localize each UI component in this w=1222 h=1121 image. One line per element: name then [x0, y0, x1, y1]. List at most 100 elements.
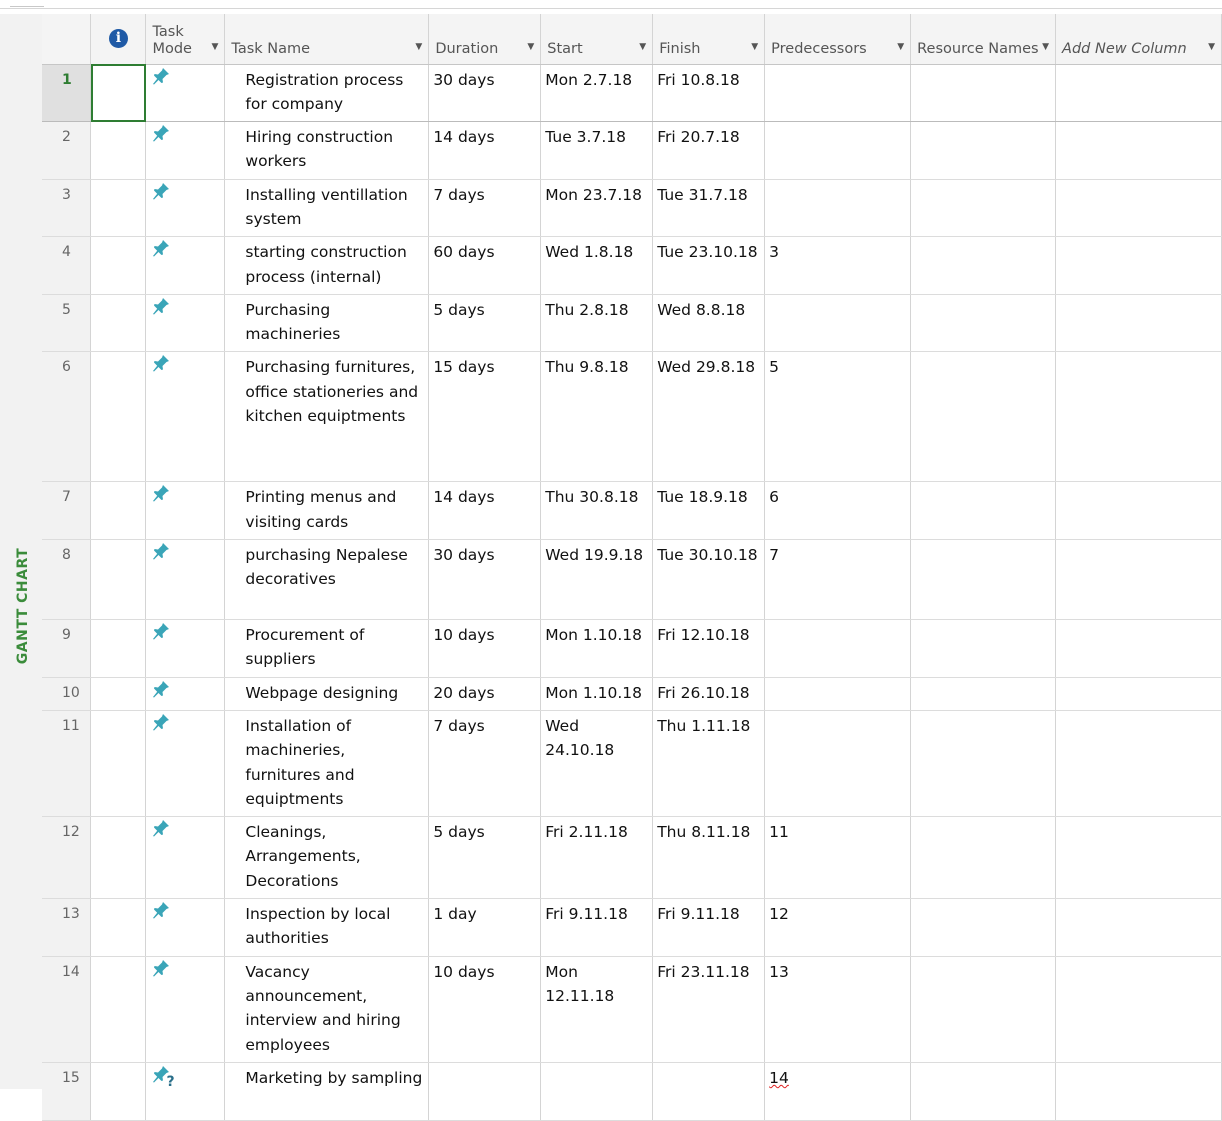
add-new-column-cell[interactable]	[1055, 539, 1222, 621]
finish-cell[interactable]: Fri 12.10.18	[652, 619, 766, 678]
table-row[interactable]: 13 Inspection by local authorities 1 day Fr…	[42, 898, 1222, 957]
row-id-cell[interactable]: 7	[42, 481, 92, 541]
task-name-cell[interactable]: purchasing Nepalese decoratives	[224, 539, 430, 621]
table-row[interactable]: 15? Marketing by sampling 14	[42, 1062, 1222, 1121]
column-header-resource-names[interactable]: Resource Names ▼	[910, 14, 1057, 65]
predecessors-cell[interactable]: 12	[764, 898, 912, 957]
start-cell[interactable]: Thu 30.8.18	[540, 481, 654, 541]
table-row[interactable]: 9 Procurement of suppliers 10 days Mon 1.10…	[42, 619, 1222, 678]
table-row[interactable]: 7 Printing menus and visiting cards 14 day…	[42, 481, 1222, 541]
add-new-column-cell[interactable]	[1055, 956, 1222, 1063]
task-name-cell[interactable]: Purchasing furnitures, office stationeri…	[224, 351, 430, 483]
indicator-cell[interactable]	[90, 64, 147, 123]
task-mode-cell[interactable]	[145, 481, 226, 541]
indicator-cell[interactable]	[90, 481, 147, 541]
finish-cell[interactable]: Fri 9.11.18	[652, 898, 766, 957]
task-mode-cell[interactable]	[145, 64, 226, 123]
indicator-cell[interactable]	[90, 710, 147, 818]
column-header-start[interactable]: Start ▼	[540, 14, 654, 65]
start-cell[interactable]: Thu 2.8.18	[540, 294, 654, 353]
add-new-column-cell[interactable]	[1055, 898, 1222, 957]
predecessors-cell[interactable]: 7	[764, 539, 912, 621]
add-new-column-cell[interactable]	[1055, 121, 1222, 180]
add-new-column-cell[interactable]	[1055, 294, 1222, 353]
task-name-cell[interactable]: Registration process for company	[224, 64, 430, 123]
table-row[interactable]: 14 Vacancy announcement, interview and hi…	[42, 956, 1222, 1063]
add-new-column-cell[interactable]	[1055, 677, 1222, 711]
chevron-down-icon[interactable]: ▼	[897, 39, 904, 56]
resource-names-cell[interactable]	[910, 351, 1057, 483]
task-mode-cell[interactable]	[145, 539, 226, 621]
add-new-column-cell[interactable]	[1055, 481, 1222, 541]
indicator-cell[interactable]	[90, 677, 147, 711]
task-mode-cell[interactable]	[145, 816, 226, 900]
task-mode-cell[interactable]	[145, 294, 226, 353]
row-id-cell[interactable]: 2	[42, 121, 92, 180]
start-cell[interactable]: Mon 23.7.18	[540, 179, 654, 238]
duration-cell[interactable]: 5 days	[428, 816, 542, 900]
indicator-cell[interactable]	[90, 351, 147, 483]
finish-cell[interactable]	[652, 1062, 766, 1121]
predecessors-cell[interactable]	[764, 121, 912, 180]
task-name-cell[interactable]: Webpage designing	[224, 677, 430, 711]
start-cell[interactable]: Mon 12.11.18	[540, 956, 654, 1063]
task-name-cell[interactable]: Cleanings, Arrangements, Decorations	[224, 816, 430, 900]
row-id-cell[interactable]: 5	[42, 294, 92, 353]
predecessors-cell[interactable]	[764, 710, 912, 818]
column-header-task-mode[interactable]: Task Mode ▼	[145, 14, 226, 65]
duration-cell[interactable]: 5 days	[428, 294, 542, 353]
duration-cell[interactable]: 10 days	[428, 619, 542, 678]
table-row[interactable]: 2 Hiring construction workers 14 days Tue 3…	[42, 121, 1222, 180]
predecessors-cell[interactable]: 5	[764, 351, 912, 483]
start-cell[interactable]: Mon 1.10.18	[540, 619, 654, 678]
add-new-column-cell[interactable]	[1055, 351, 1222, 483]
table-row[interactable]: 6 Purchasing furnitures, office stationer…	[42, 351, 1222, 483]
task-mode-cell[interactable]	[145, 619, 226, 678]
start-cell[interactable]	[540, 1062, 654, 1121]
predecessors-cell[interactable]	[764, 294, 912, 353]
duration-cell[interactable]	[428, 1062, 542, 1121]
indicator-cell[interactable]	[90, 236, 147, 295]
finish-cell[interactable]: Tue 31.7.18	[652, 179, 766, 238]
indicator-cell[interactable]	[90, 179, 147, 238]
resource-names-cell[interactable]	[910, 294, 1057, 353]
finish-cell[interactable]: Wed 8.8.18	[652, 294, 766, 353]
select-all-corner[interactable]	[42, 14, 92, 65]
duration-cell[interactable]: 15 days	[428, 351, 542, 483]
task-name-cell[interactable]: Hiring construction workers	[224, 121, 430, 180]
task-name-cell[interactable]: Printing menus and visiting cards	[224, 481, 430, 541]
row-id-cell[interactable]: 3	[42, 179, 92, 238]
task-mode-cell[interactable]	[145, 956, 226, 1063]
finish-cell[interactable]: Thu 8.11.18	[652, 816, 766, 900]
row-id-cell[interactable]: 9	[42, 619, 92, 678]
predecessors-cell[interactable]: 13	[764, 956, 912, 1063]
task-name-cell[interactable]: Installing ventillation system	[224, 179, 430, 238]
start-cell[interactable]: Wed 1.8.18	[540, 236, 654, 295]
task-mode-cell[interactable]	[145, 179, 226, 238]
table-row[interactable]: 4 starting construction process (internal…	[42, 236, 1222, 295]
predecessors-cell[interactable]: 6	[764, 481, 912, 541]
row-id-cell[interactable]: 8	[42, 539, 92, 621]
chevron-down-icon[interactable]: ▼	[1208, 39, 1215, 56]
predecessors-cell[interactable]	[764, 677, 912, 711]
resource-names-cell[interactable]	[910, 539, 1057, 621]
resource-names-cell[interactable]	[910, 236, 1057, 295]
finish-cell[interactable]: Wed 29.8.18	[652, 351, 766, 483]
duration-cell[interactable]: 10 days	[428, 956, 542, 1063]
resource-names-cell[interactable]	[910, 816, 1057, 900]
table-row[interactable]: 12 Cleanings, Arrangements, Decorations 5 …	[42, 816, 1222, 900]
resource-names-cell[interactable]	[910, 677, 1057, 711]
add-new-column-cell[interactable]	[1055, 816, 1222, 900]
add-new-column-cell[interactable]	[1055, 710, 1222, 818]
finish-cell[interactable]: Tue 30.10.18	[652, 539, 766, 621]
task-mode-cell[interactable]	[145, 898, 226, 957]
row-id-cell[interactable]: 14	[42, 956, 92, 1063]
finish-cell[interactable]: Fri 20.7.18	[652, 121, 766, 180]
column-header-predecessors[interactable]: Predecessors ▼	[764, 14, 912, 65]
column-header-finish[interactable]: Finish ▼	[652, 14, 766, 65]
finish-cell[interactable]: Tue 23.10.18	[652, 236, 766, 295]
duration-cell[interactable]: 30 days	[428, 64, 542, 123]
resource-names-cell[interactable]	[910, 956, 1057, 1063]
row-id-cell[interactable]: 15	[42, 1062, 92, 1121]
finish-cell[interactable]: Thu 1.11.18	[652, 710, 766, 818]
